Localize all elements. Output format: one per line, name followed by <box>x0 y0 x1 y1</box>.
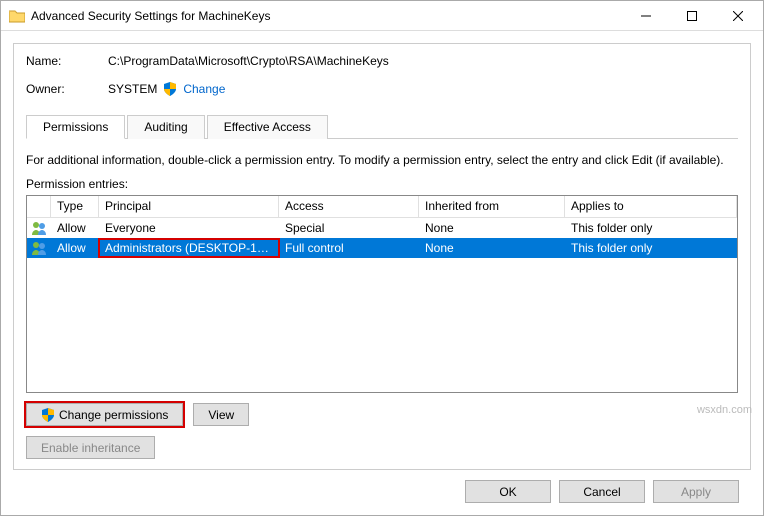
cell-inherited: None <box>419 239 565 257</box>
grid-body: Allow Everyone Special None This folder … <box>27 218 737 392</box>
close-button[interactable] <box>715 1 761 31</box>
column-principal[interactable]: Principal <box>99 196 279 217</box>
maximize-button[interactable] <box>669 1 715 31</box>
cell-access: Full control <box>279 239 419 257</box>
name-label: Name: <box>26 54 108 68</box>
column-icon[interactable] <box>27 196 51 217</box>
title-bar: Advanced Security Settings for MachineKe… <box>1 1 763 31</box>
uac-shield-icon <box>41 408 55 422</box>
change-permissions-button[interactable]: Change permissions <box>26 403 183 426</box>
ok-button[interactable]: OK <box>465 480 551 503</box>
column-access[interactable]: Access <box>279 196 419 217</box>
enable-inheritance-button: Enable inheritance <box>26 436 155 459</box>
cell-access: Special <box>279 219 419 237</box>
tab-effective-access[interactable]: Effective Access <box>207 115 328 139</box>
cancel-button[interactable]: Cancel <box>559 480 645 503</box>
view-button[interactable]: View <box>193 403 249 426</box>
grid-header: Type Principal Access Inherited from App… <box>27 196 737 218</box>
tab-strip: Permissions Auditing Effective Access <box>26 114 738 139</box>
column-inherited[interactable]: Inherited from <box>419 196 565 217</box>
dialog-window: Advanced Security Settings for MachineKe… <box>0 0 764 516</box>
change-permissions-label: Change permissions <box>59 408 168 422</box>
permission-grid: Type Principal Access Inherited from App… <box>26 195 738 393</box>
info-text: For additional information, double-click… <box>26 153 738 167</box>
cell-type: Allow <box>51 239 99 257</box>
owner-value: SYSTEM <box>108 82 157 96</box>
action-row-2: Enable inheritance <box>26 436 738 459</box>
owner-label: Owner: <box>26 82 108 96</box>
table-row[interactable]: Allow Everyone Special None This folder … <box>27 218 737 238</box>
folder-icon <box>9 9 25 23</box>
cell-inherited: None <box>419 219 565 237</box>
cell-applies: This folder only <box>565 219 737 237</box>
name-value: C:\ProgramData\Microsoft\Crypto\RSA\Mach… <box>108 54 389 68</box>
dialog-footer: OK Cancel Apply <box>13 470 751 503</box>
table-row[interactable]: Allow Administrators (DESKTOP-1M… Full c… <box>27 238 737 258</box>
users-icon <box>31 220 47 236</box>
apply-button: Apply <box>653 480 739 503</box>
change-owner-link[interactable]: Change <box>183 82 225 96</box>
cell-principal: Administrators (DESKTOP-1M… <box>99 239 279 257</box>
cell-applies: This folder only <box>565 239 737 257</box>
content-area: Name: C:\ProgramData\Microsoft\Crypto\RS… <box>1 31 763 515</box>
window-controls <box>623 1 761 31</box>
uac-shield-icon <box>163 82 177 96</box>
main-panel: Name: C:\ProgramData\Microsoft\Crypto\RS… <box>13 43 751 470</box>
window-title: Advanced Security Settings for MachineKe… <box>31 9 623 23</box>
minimize-button[interactable] <box>623 1 669 31</box>
users-icon <box>31 240 47 256</box>
cell-principal: Everyone <box>99 219 279 237</box>
tab-permissions[interactable]: Permissions <box>26 115 125 139</box>
tab-auditing[interactable]: Auditing <box>127 115 204 139</box>
owner-row: Owner: SYSTEM Change <box>26 82 738 96</box>
entries-label: Permission entries: <box>26 177 738 191</box>
column-applies[interactable]: Applies to <box>565 196 737 217</box>
name-row: Name: C:\ProgramData\Microsoft\Crypto\RS… <box>26 54 738 68</box>
action-row-1: Change permissions View <box>26 403 738 426</box>
column-type[interactable]: Type <box>51 196 99 217</box>
cell-type: Allow <box>51 219 99 237</box>
